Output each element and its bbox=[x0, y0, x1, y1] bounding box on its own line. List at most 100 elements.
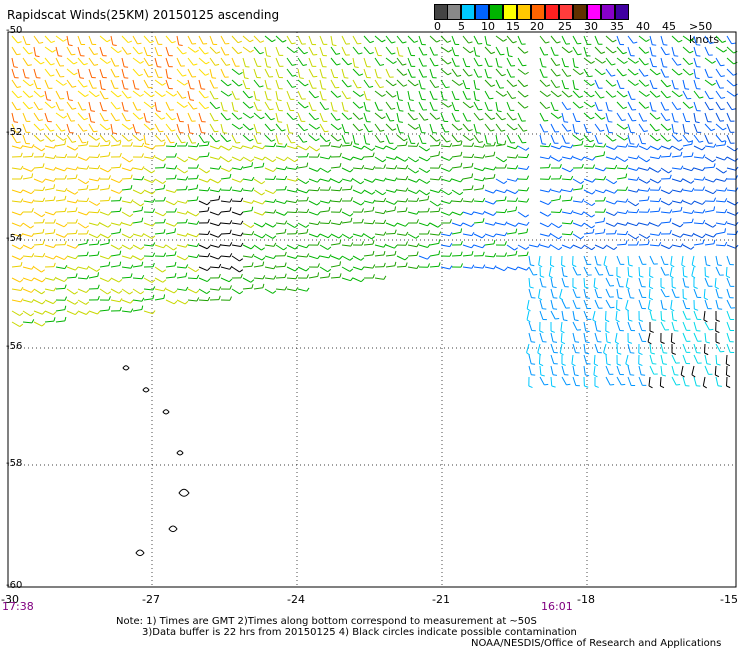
wind-barb bbox=[660, 174, 672, 180]
wind-barb bbox=[44, 196, 56, 202]
wind-barb bbox=[704, 321, 714, 331]
wind-barb bbox=[319, 177, 332, 182]
wind-barb bbox=[165, 251, 177, 257]
wind-barb bbox=[660, 35, 668, 46]
wind-barb bbox=[627, 321, 636, 332]
wind-barb bbox=[691, 365, 696, 378]
wind-barb bbox=[385, 250, 397, 257]
wind-barb bbox=[374, 275, 387, 280]
wind-barb bbox=[638, 266, 644, 278]
wind-barb bbox=[121, 156, 134, 163]
wind-barb bbox=[121, 142, 133, 147]
wind-barb bbox=[308, 241, 320, 246]
wind-barb bbox=[22, 265, 35, 270]
wind-barb bbox=[407, 243, 420, 248]
wind-barb bbox=[693, 176, 706, 181]
wind-barb bbox=[572, 343, 580, 354]
wind-barb bbox=[583, 343, 590, 355]
wind-barb bbox=[242, 101, 254, 109]
wind-barb bbox=[495, 189, 508, 194]
wind-barb bbox=[660, 277, 665, 289]
wind-barb bbox=[671, 199, 684, 204]
wind-barb bbox=[187, 134, 196, 144]
wind-barb bbox=[550, 145, 563, 150]
wind-barb bbox=[627, 176, 640, 181]
wind-barb bbox=[275, 286, 288, 291]
wind-barb bbox=[627, 266, 633, 278]
wind-barb bbox=[176, 286, 189, 291]
wind-barb bbox=[526, 299, 531, 312]
wind-barb bbox=[22, 319, 35, 324]
wind-barb bbox=[363, 178, 376, 183]
wind-barb bbox=[143, 222, 156, 227]
wind-barb bbox=[660, 310, 666, 322]
wind-barb bbox=[33, 57, 45, 65]
wind-barb bbox=[110, 298, 123, 303]
wind-barb bbox=[264, 275, 277, 280]
wind-barb bbox=[726, 343, 735, 353]
wind-barb bbox=[693, 186, 705, 191]
wind-barb bbox=[44, 228, 56, 235]
wind-barb bbox=[330, 261, 342, 268]
wind-barb bbox=[671, 151, 683, 158]
wind-barb bbox=[22, 79, 34, 87]
wind-barb bbox=[286, 287, 299, 292]
wind-barb bbox=[132, 46, 143, 55]
wind-barb bbox=[682, 266, 688, 278]
wind-barb bbox=[209, 255, 222, 260]
wind-barb bbox=[440, 79, 450, 89]
wind-barb bbox=[583, 299, 592, 310]
wind-barb bbox=[703, 310, 708, 323]
wind-map bbox=[7, 31, 739, 588]
wind-barb bbox=[99, 68, 107, 79]
wind-barb bbox=[616, 230, 629, 236]
wind-barb bbox=[176, 134, 186, 144]
wind-barb bbox=[330, 186, 343, 192]
wind-barb bbox=[330, 162, 342, 169]
wind-barb bbox=[66, 101, 77, 110]
wind-barb bbox=[319, 57, 327, 68]
wind-barb bbox=[550, 79, 560, 89]
wind-barb bbox=[473, 143, 486, 148]
wind-barb bbox=[187, 242, 200, 248]
wind-barb bbox=[627, 167, 640, 171]
wind-barb bbox=[308, 255, 321, 260]
wind-barb bbox=[209, 123, 219, 133]
wind-barb bbox=[297, 222, 310, 228]
wind-barb bbox=[627, 35, 638, 44]
wind-barb bbox=[286, 145, 299, 150]
wind-barb bbox=[55, 134, 67, 141]
wind-barb bbox=[616, 186, 629, 191]
wind-barb bbox=[627, 343, 635, 354]
wind-barb bbox=[66, 199, 79, 204]
wind-barb bbox=[418, 207, 430, 213]
wind-barb bbox=[209, 263, 222, 269]
wind-barb bbox=[550, 101, 559, 111]
wind-barb bbox=[638, 196, 650, 202]
wind-barb bbox=[121, 273, 133, 279]
wind-barb bbox=[187, 101, 198, 110]
wind-barb bbox=[209, 35, 218, 45]
wind-barb bbox=[231, 266, 244, 273]
wind-barb bbox=[385, 79, 397, 87]
wind-barb bbox=[649, 310, 657, 321]
wind-barb bbox=[550, 188, 563, 193]
wind-barb bbox=[55, 90, 65, 100]
wind-barb bbox=[603, 343, 608, 356]
wind-barb bbox=[693, 154, 706, 159]
wind-barb bbox=[297, 123, 308, 132]
wind-barb bbox=[583, 332, 590, 344]
wind-barb bbox=[440, 252, 453, 257]
wind-barb bbox=[715, 299, 723, 310]
wind-barb bbox=[231, 255, 244, 262]
wind-barb bbox=[176, 57, 185, 67]
wind-barb bbox=[22, 208, 34, 213]
wind-barb bbox=[77, 251, 89, 257]
wind-barb bbox=[22, 253, 35, 258]
wind-barb bbox=[429, 189, 442, 194]
wind-barb bbox=[308, 123, 320, 130]
wind-barb bbox=[484, 134, 492, 145]
wind-barb bbox=[583, 266, 592, 276]
wind-barb bbox=[275, 262, 287, 268]
wind-barb bbox=[319, 155, 332, 160]
